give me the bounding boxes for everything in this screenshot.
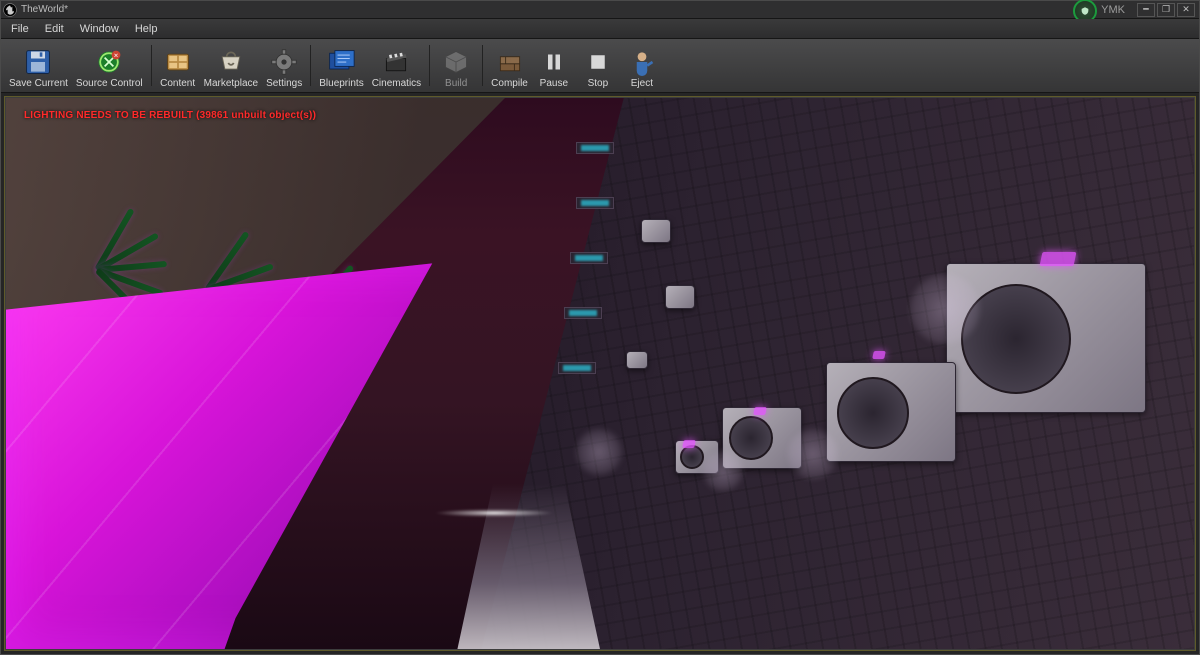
- toolbar-label: Build: [445, 78, 467, 89]
- toolbar-label: Marketplace: [204, 78, 258, 89]
- game-viewport[interactable]: LIGHTING NEEDS TO BE REBUILT (39861 unbu…: [5, 97, 1195, 650]
- content-icon: [161, 47, 195, 77]
- marketplace-icon: [214, 47, 248, 77]
- clapboard-icon: [379, 47, 413, 77]
- source-control-button[interactable]: ✕ Source Control: [72, 41, 147, 90]
- toolbar-label: Eject: [631, 78, 653, 89]
- pause-button[interactable]: Pause: [532, 41, 576, 90]
- stop-button[interactable]: Stop: [576, 41, 620, 90]
- titlebar: TheWorld* YMK ━ ❐ ✕: [1, 1, 1199, 19]
- toolbar-label: Content: [160, 78, 195, 89]
- toolbar-label: Stop: [588, 78, 609, 89]
- compile-icon: [493, 47, 527, 77]
- user-name: YMK: [1101, 4, 1125, 16]
- eject-button[interactable]: Eject: [620, 41, 664, 90]
- menu-file[interactable]: File: [3, 19, 37, 38]
- window-maximize-button[interactable]: ❐: [1157, 3, 1175, 17]
- toolbar-label: Pause: [540, 78, 568, 89]
- marketplace-button[interactable]: Marketplace: [200, 41, 262, 90]
- eject-icon: [625, 47, 659, 77]
- save-button[interactable]: Save Current: [5, 41, 72, 90]
- toolbar: Save Current ✕ Source Control Content Ma…: [1, 39, 1199, 93]
- source-control-icon: ✕: [92, 47, 126, 77]
- window-close-button[interactable]: ✕: [1177, 3, 1195, 17]
- blueprints-button[interactable]: Blueprints: [315, 41, 367, 90]
- window-minimize-button[interactable]: ━: [1137, 3, 1155, 17]
- scene-render: [6, 98, 1194, 649]
- menubar: File Edit Window Help: [1, 19, 1199, 39]
- toolbar-label: Blueprints: [319, 78, 363, 89]
- settings-button[interactable]: Settings: [262, 41, 306, 90]
- app-window: TheWorld* YMK ━ ❐ ✕ File Edit Window Hel…: [0, 0, 1200, 655]
- toolbar-label: Cinematics: [372, 78, 421, 89]
- pause-icon: [537, 47, 571, 77]
- build-icon: [439, 47, 473, 77]
- menu-help[interactable]: Help: [127, 19, 166, 38]
- menu-window[interactable]: Window: [72, 19, 127, 38]
- gear-icon: [267, 47, 301, 77]
- window-title: TheWorld*: [21, 4, 68, 15]
- menu-edit[interactable]: Edit: [37, 19, 72, 38]
- toolbar-label: Source Control: [76, 78, 143, 89]
- floppy-icon: [21, 47, 55, 77]
- viewport-warning-text: LIGHTING NEEDS TO BE REBUILT (39861 unbu…: [24, 110, 316, 121]
- toolbar-label: Save Current: [9, 78, 68, 89]
- content-button[interactable]: Content: [156, 41, 200, 90]
- blueprints-icon: [324, 47, 358, 77]
- svg-text:✕: ✕: [114, 53, 119, 60]
- viewport-container: LIGHTING NEEDS TO BE REBUILT (39861 unbu…: [1, 93, 1199, 654]
- toolbar-label: Settings: [266, 78, 302, 89]
- compile-button[interactable]: Compile: [487, 41, 532, 90]
- build-button[interactable]: Build: [434, 41, 478, 90]
- unreal-logo-icon: [3, 3, 17, 17]
- toolbar-label: Compile: [491, 78, 528, 89]
- stop-icon: [581, 47, 615, 77]
- cinematics-button[interactable]: Cinematics: [368, 41, 425, 90]
